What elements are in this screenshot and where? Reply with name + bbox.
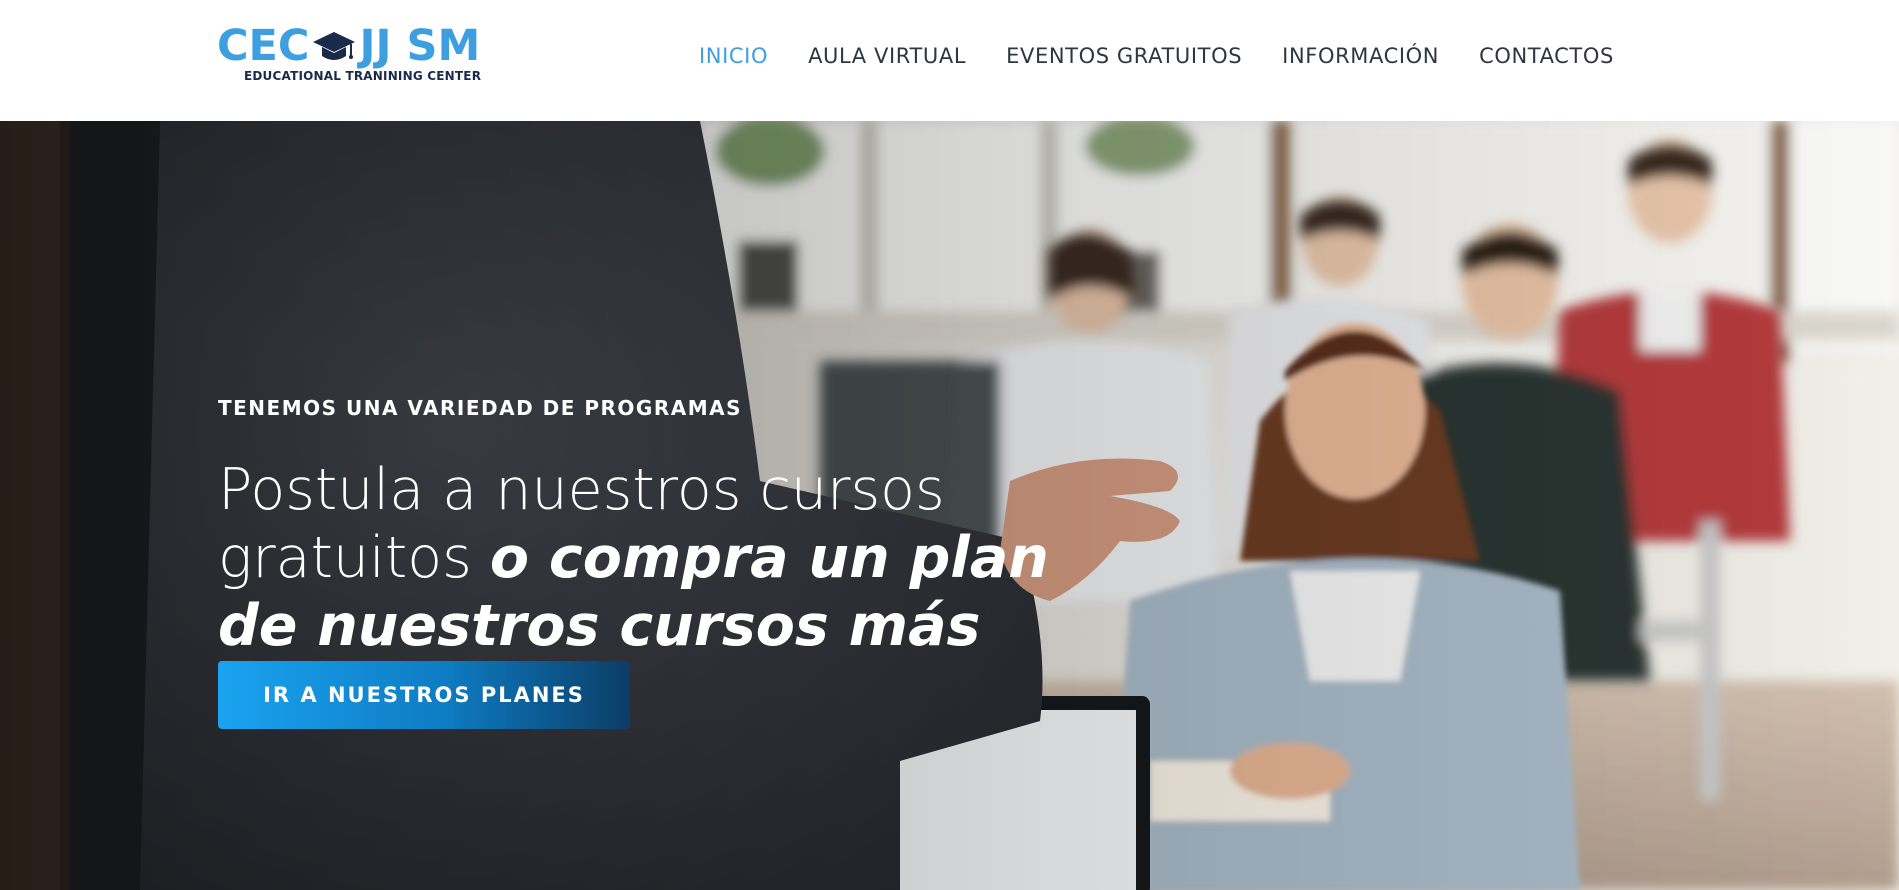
- nav-item-contactos[interactable]: CONTACTOS: [1479, 44, 1614, 68]
- hero-section: TENEMOS UNA VARIEDAD DE PROGRAMAS Postul…: [0, 121, 1899, 890]
- nav-item-aula-virtual[interactable]: AULA VIRTUAL: [808, 44, 966, 68]
- site-header: CEC JJ SM EDUCATIONAL TRANINING CENTER I…: [0, 0, 1899, 121]
- logo[interactable]: CEC JJ SM EDUCATIONAL TRANINING CENTER: [217, 21, 507, 88]
- nav-item-informacion[interactable]: INFORMACIÓN: [1282, 44, 1439, 68]
- graduation-cap-icon: [312, 32, 355, 60]
- logo-text-left: CEC: [217, 21, 310, 71]
- nav-item-eventos-gratuitos[interactable]: EVENTOS GRATUITOS: [1006, 44, 1242, 68]
- logo-wordmark: CEC JJ SM: [217, 21, 481, 71]
- nav-item-inicio[interactable]: INICIO: [699, 44, 768, 68]
- hero-eyebrow: TENEMOS UNA VARIEDAD DE PROGRAMAS: [218, 396, 743, 420]
- logo-tagline: EDUCATIONAL TRANINING CENTER: [244, 69, 482, 83]
- cta-plans-button[interactable]: IR A NUESTROS PLANES: [218, 661, 630, 729]
- main-nav: INICIO AULA VIRTUAL EVENTOS GRATUITOS IN…: [699, 44, 1614, 68]
- logo-text-right: JJ SM: [359, 21, 481, 71]
